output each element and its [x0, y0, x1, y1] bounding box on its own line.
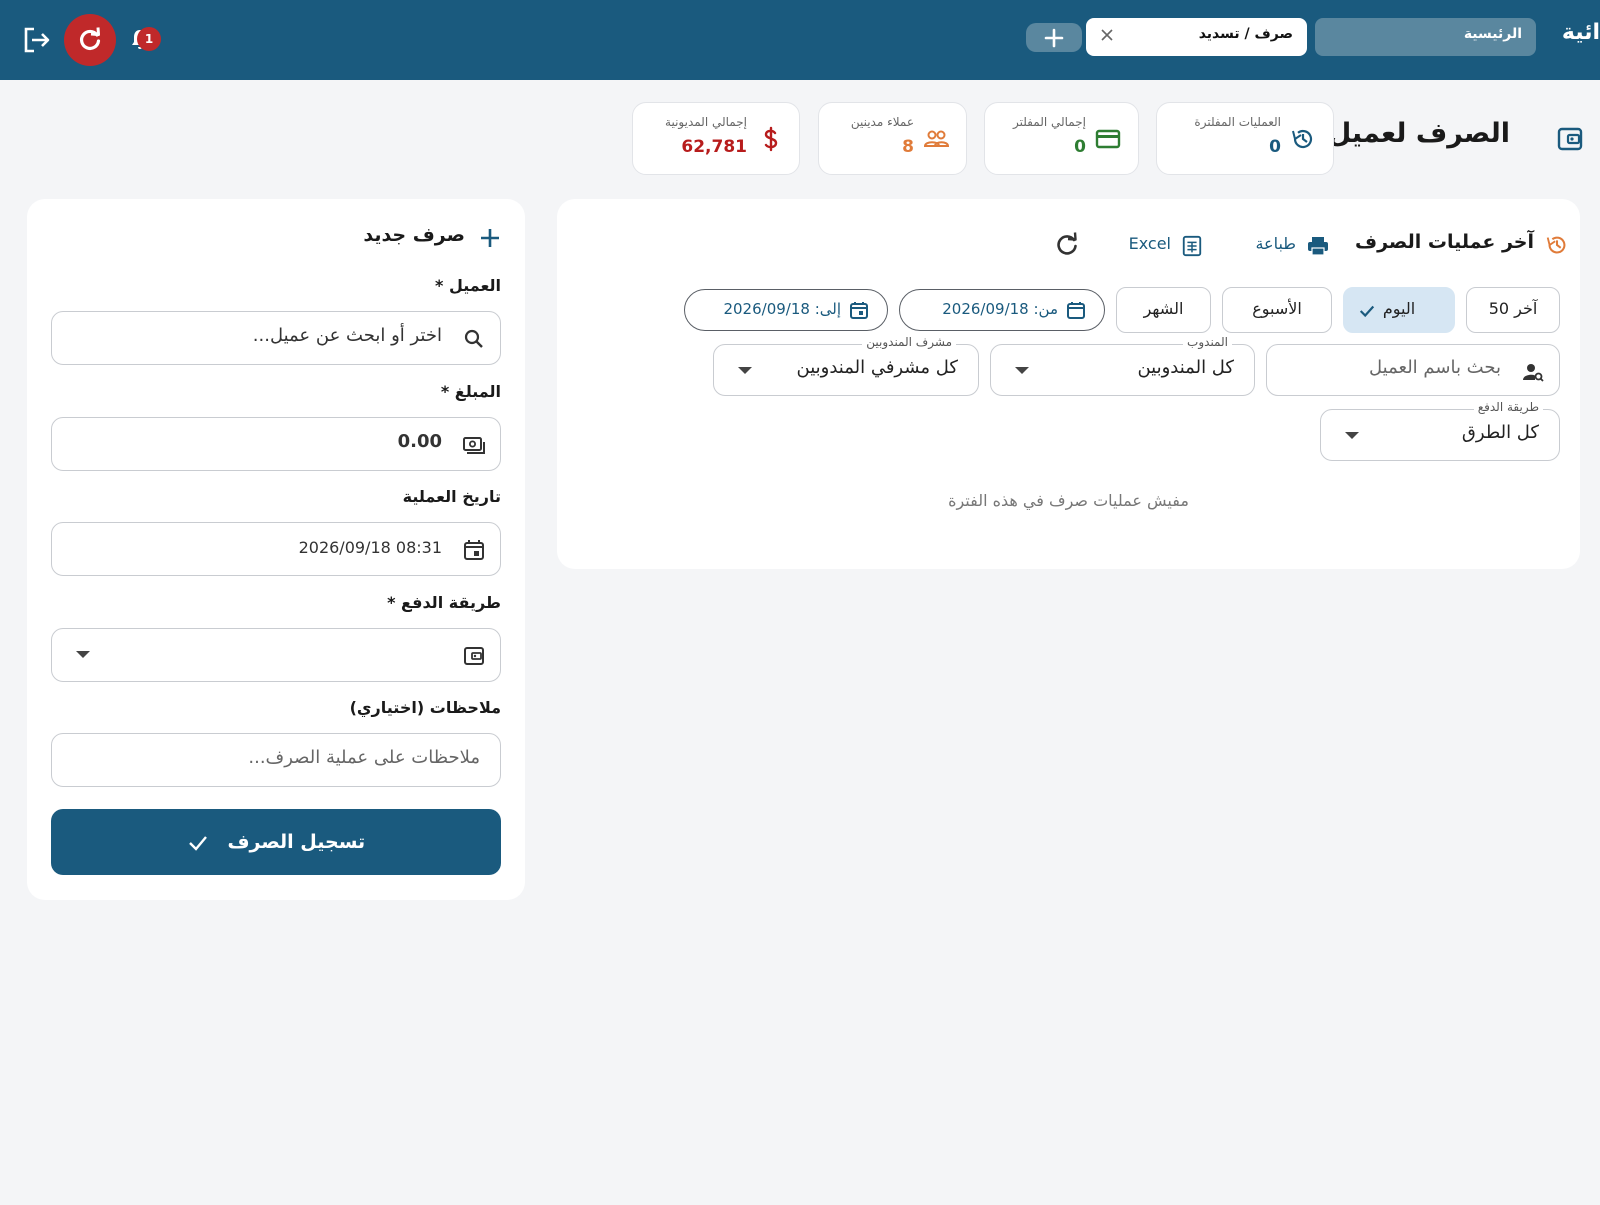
date-value: 2026/09/18 08:31 — [298, 538, 442, 557]
calendar-icon — [464, 540, 484, 560]
excel-button[interactable]: Excel — [1113, 232, 1203, 260]
empty-state-message: مفيش عمليات صرف في هذه الفترة — [948, 491, 1189, 510]
recent-expenses-card: آخر عمليات الصرف طباعة Excel آخر 50 اليو… — [557, 199, 1580, 569]
to-date-value: إلى: 2026/09/18 — [723, 300, 841, 318]
stat-debtor-customers: عملاء مدينين 8 — [818, 102, 967, 175]
printer-icon — [1308, 237, 1328, 256]
spreadsheet-icon — [1182, 235, 1202, 257]
tab-expense-label: صرف / تسديد — [1198, 26, 1293, 42]
amount-input[interactable]: 0.00 — [51, 417, 501, 471]
chip-label: اليوم — [1382, 299, 1416, 318]
operation-date-input[interactable]: 2026/09/18 08:31 — [51, 522, 501, 576]
payment-method-select[interactable] — [51, 628, 501, 682]
tab-home-label: الرئيسية — [1463, 26, 1522, 42]
notes-placeholder: ملاحظات على عملية الصرف... — [248, 747, 480, 768]
payment-method-filter[interactable]: طريقة الدفع كل الطرق — [1320, 400, 1560, 461]
notes-input[interactable]: ملاحظات على عملية الصرف... — [51, 733, 501, 787]
stat-label: إجمالي المفلتر — [1012, 115, 1086, 129]
chip-month[interactable]: الشهر — [1116, 287, 1211, 333]
check-icon — [1359, 305, 1375, 318]
notes-label: ملاحظات (اختياري) — [349, 698, 501, 717]
amount-value: 0.00 — [397, 431, 442, 452]
customer-search-placeholder: بحث باسم العميل — [1369, 357, 1501, 378]
refresh-icon — [79, 27, 101, 51]
amount-label: المبلغ * — [440, 382, 501, 401]
person-search-icon — [1523, 364, 1544, 382]
credit-card-icon — [1095, 129, 1121, 149]
date-label: تاريخ العملية — [402, 487, 501, 506]
to-date-picker[interactable]: إلى: 2026/09/18 — [684, 289, 888, 331]
plus-icon — [481, 229, 499, 247]
tab-expense[interactable]: صرف / تسديد — [1086, 18, 1307, 56]
customer-label: العميل * — [435, 276, 501, 295]
stat-value: 0 — [1074, 137, 1086, 157]
stat-value: 0 — [1269, 137, 1281, 157]
wallet-icon — [464, 647, 484, 665]
chip-label: الأسبوع — [1252, 299, 1302, 318]
cash-icon — [463, 437, 485, 454]
payment-filter-value: كل الطرق — [1461, 422, 1539, 443]
add-tab-button[interactable] — [1026, 23, 1082, 52]
print-button[interactable]: طباعة — [1236, 232, 1330, 260]
chip-label: الشهر — [1143, 299, 1184, 318]
close-icon[interactable] — [1098, 26, 1116, 44]
customer-placeholder: اختر أو ابحث عن عميل... — [252, 325, 442, 346]
form-title: صرف جديد — [363, 224, 465, 246]
chip-today[interactable]: اليوم — [1343, 287, 1455, 333]
plus-icon — [1044, 28, 1064, 48]
rep-value: كل المندوبين — [1137, 357, 1234, 378]
group-icon — [923, 130, 950, 147]
check-icon — [188, 835, 207, 851]
top-bar: ائية الرئيسية صرف / تسديد 1 — [0, 0, 1600, 80]
chip-last-50[interactable]: آخر 50 — [1466, 287, 1560, 333]
submit-expense-button[interactable]: تسجيل الصرف — [51, 809, 501, 875]
stat-total-debt: إجمالي المديونية 62,781 — [632, 102, 800, 175]
supervisor-select[interactable]: مشرف المندوبين كل مشرفي المندوبين — [713, 335, 979, 396]
search-icon — [464, 329, 483, 348]
chevron-down-icon — [1345, 432, 1359, 439]
stat-value: 8 — [902, 137, 914, 157]
customer-search-input[interactable]: بحث باسم العميل — [1266, 344, 1560, 396]
recent-title: آخر عمليات الصرف — [1355, 231, 1534, 253]
logout-icon[interactable] — [22, 26, 52, 54]
payment-filter-label: طريقة الدفع — [1473, 400, 1543, 414]
stat-label: عملاء مدينين — [850, 115, 914, 129]
rep-select[interactable]: المندوب كل المندوبين — [990, 335, 1255, 396]
wallet-icon — [1557, 127, 1583, 151]
payment-method-label: طريقة الدفع * — [387, 593, 501, 612]
stat-filtered-total: إجمالي المفلتر 0 — [984, 102, 1139, 175]
calendar-icon — [850, 302, 868, 319]
excel-label: Excel — [1128, 234, 1171, 253]
submit-label: تسجيل الصرف — [227, 831, 366, 853]
customer-select-input[interactable]: اختر أو ابحث عن عميل... — [51, 311, 501, 365]
history-icon — [1546, 236, 1566, 254]
page-title: الصرف لعميل — [1327, 118, 1510, 149]
refresh-icon[interactable] — [1054, 232, 1080, 258]
new-expense-card: صرف جديد العميل * اختر أو ابحث عن عميل..… — [27, 199, 525, 900]
chevron-down-icon — [1015, 367, 1029, 374]
calendar-icon — [1067, 302, 1085, 319]
from-date-picker[interactable]: من: 2026/09/18 — [899, 289, 1105, 331]
rep-label: المندوب — [1183, 335, 1232, 349]
reload-button[interactable] — [64, 14, 116, 66]
stat-label: العمليات المفلترة — [1194, 115, 1281, 129]
chevron-down-icon — [738, 367, 752, 374]
stat-label: إجمالي المديونية — [665, 115, 747, 129]
supervisor-label: مشرف المندوبين — [862, 335, 956, 349]
tab-home[interactable]: الرئيسية — [1315, 18, 1536, 56]
from-date-value: من: 2026/09/18 — [942, 300, 1058, 318]
print-label: طباعة — [1255, 234, 1296, 253]
chip-week[interactable]: الأسبوع — [1222, 287, 1332, 333]
notification-badge: 1 — [137, 27, 161, 51]
chip-label: آخر 50 — [1488, 299, 1538, 318]
stat-filtered-ops: العمليات المفلترة 0 — [1156, 102, 1334, 175]
stat-value: 62,781 — [681, 137, 747, 157]
history-icon — [1292, 129, 1313, 149]
chevron-down-icon — [76, 651, 90, 658]
dollar-icon — [764, 126, 778, 152]
app-brand: ائية — [1561, 20, 1600, 45]
supervisor-value: كل مشرفي المندوبين — [796, 357, 959, 378]
